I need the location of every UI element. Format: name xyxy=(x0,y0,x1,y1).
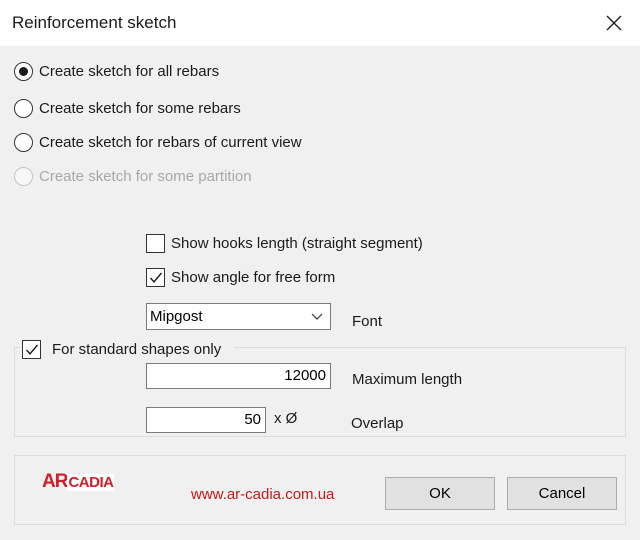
checkmark-icon xyxy=(149,272,163,283)
radio-label-some-partition: Create sketch for some partition xyxy=(39,167,252,185)
radio-button-some-rebars[interactable] xyxy=(14,98,33,118)
standard-shapes-label: For standard shapes only xyxy=(52,340,222,358)
show-hooks-option[interactable]: Show hooks length (straight segment) xyxy=(146,232,423,254)
show-hooks-label: Show hooks length (straight segment) xyxy=(171,234,423,252)
logo-cadia-text: CADIA xyxy=(67,474,115,491)
chevron-down-icon xyxy=(311,313,323,320)
font-select-value: Mipgost xyxy=(150,308,203,325)
standard-shapes-checkbox[interactable] xyxy=(22,339,41,359)
arcadia-logo: ARCADIA xyxy=(42,471,115,493)
cancel-button[interactable]: Cancel xyxy=(507,477,617,510)
checkmark-icon xyxy=(25,344,39,355)
font-label: Font xyxy=(352,313,383,330)
radio-current-view[interactable]: Create sketch for rebars of current view xyxy=(14,131,302,153)
radio-all-rebars[interactable]: Create sketch for all rebars xyxy=(14,60,219,82)
radio-button-current-view[interactable] xyxy=(14,132,33,152)
logo-ar-text: AR xyxy=(42,471,68,492)
radio-label-all-rebars: Create sketch for all rebars xyxy=(39,62,220,80)
maximum-length-input[interactable]: 12000 xyxy=(146,363,331,389)
close-icon xyxy=(606,15,622,31)
maximum-length-label: Maximum length xyxy=(352,371,463,388)
radio-some-partition: Create sketch for some partition xyxy=(14,165,252,187)
show-angle-label: Show angle for free form xyxy=(171,268,336,286)
font-select[interactable]: Mipgost xyxy=(146,303,331,330)
window-title: Reinforcement sketch xyxy=(12,13,177,32)
radio-some-rebars[interactable]: Create sketch for some rebars xyxy=(14,97,241,119)
show-angle-checkbox[interactable] xyxy=(146,267,165,287)
title-bar: Reinforcement sketch xyxy=(0,0,640,46)
close-button[interactable] xyxy=(596,6,632,40)
show-hooks-checkbox[interactable] xyxy=(146,233,165,253)
ok-button[interactable]: OK xyxy=(385,477,495,510)
standard-shapes-option[interactable]: For standard shapes only xyxy=(22,338,221,360)
standard-shapes-group xyxy=(14,347,626,437)
radio-label-some-rebars: Create sketch for some rebars xyxy=(39,99,241,117)
overlap-label: Overlap xyxy=(351,415,404,432)
overlap-input[interactable]: 50 xyxy=(146,407,266,433)
radio-button-some-partition xyxy=(14,166,33,186)
radio-label-current-view: Create sketch for rebars of current view xyxy=(39,133,302,151)
overlap-unit-label: x Ø xyxy=(274,410,298,427)
website-link[interactable]: www.ar-cadia.com.ua xyxy=(191,486,334,503)
radio-button-all-rebars[interactable] xyxy=(14,61,33,81)
show-angle-option[interactable]: Show angle for free form xyxy=(146,266,335,288)
